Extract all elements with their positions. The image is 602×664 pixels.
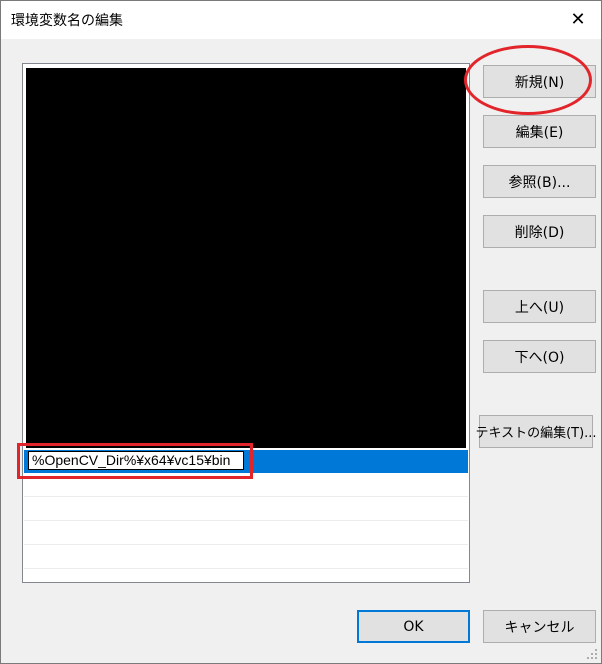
title-bar: 環境変数名の編集 ✕ — [1, 1, 601, 39]
cancel-button[interactable]: キャンセル — [483, 610, 596, 643]
redacted-list-area — [26, 68, 466, 448]
close-button[interactable]: ✕ — [561, 4, 595, 34]
path-list[interactable] — [22, 63, 470, 583]
browse-button[interactable]: 参照(B)... — [483, 165, 596, 198]
annotation-circle — [464, 45, 592, 115]
edit-button[interactable]: 編集(E) — [483, 115, 596, 148]
move-up-button[interactable]: 上へ(U) — [483, 290, 596, 323]
close-icon: ✕ — [570, 8, 586, 30]
list-item[interactable] — [24, 497, 468, 521]
list-item[interactable] — [24, 545, 468, 569]
list-item[interactable] — [24, 521, 468, 545]
edit-environment-variable-dialog: 環境変数名の編集 ✕ 新規(N) 編集(E) 参照(B)... 削除(D) 上へ… — [0, 0, 602, 664]
move-down-button[interactable]: 下へ(O) — [483, 340, 596, 373]
resize-grip-icon[interactable] — [586, 648, 598, 660]
delete-button[interactable]: 削除(D) — [483, 215, 596, 248]
window-title: 環境変数名の編集 — [11, 13, 123, 29]
ok-button[interactable]: OK — [357, 610, 470, 643]
annotation-rectangle — [17, 443, 253, 479]
edit-text-button[interactable]: テキストの編集(T)... — [475, 415, 597, 448]
